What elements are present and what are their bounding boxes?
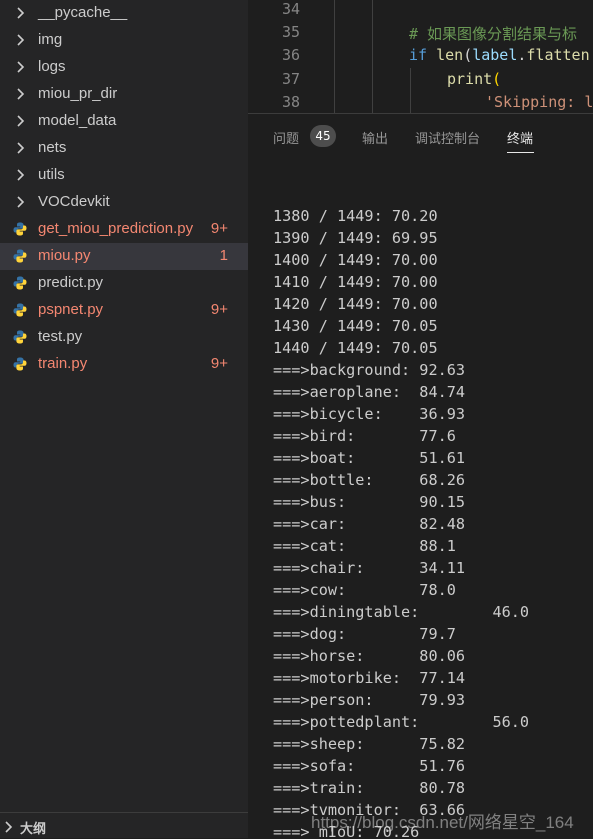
- python-icon: [13, 303, 27, 317]
- folder-item[interactable]: logs: [0, 54, 248, 81]
- terminal-line: ===>bus: 90.15: [273, 493, 466, 511]
- chevron-right-icon: [17, 142, 25, 154]
- chevron-right-icon: [17, 88, 25, 100]
- terminal-line: ===>bicycle: 36.93: [273, 405, 466, 423]
- terminal-line: ===>horse: 80.06: [273, 647, 466, 665]
- terminal-line: 1430 / 1449: 70.05: [273, 317, 438, 335]
- python-icon: [13, 330, 27, 344]
- terminal-line: ===>boat: 51.61: [273, 449, 466, 467]
- terminal-line: ===>sofa: 51.76: [273, 757, 466, 775]
- tab-output[interactable]: 输出: [362, 128, 388, 147]
- line-number: 38: [281, 93, 300, 111]
- file-item[interactable]: get_miou_prediction.py 9+: [0, 216, 248, 243]
- terminal-line: ===>sheep: 75.82: [273, 735, 466, 753]
- tree-item-label: utils: [38, 166, 65, 183]
- chevron-right-icon: [17, 34, 25, 46]
- file-item[interactable]: train.py 9+: [0, 351, 248, 378]
- terminal-line: 1410 / 1449: 70.00: [273, 273, 438, 291]
- chevron-right-icon: [5, 821, 13, 833]
- folder-item[interactable]: model_data: [0, 108, 248, 135]
- problem-count-badge: 9+: [210, 355, 228, 372]
- folder-item[interactable]: VOCdevkit: [0, 189, 248, 216]
- problem-count-badge: 9+: [210, 301, 228, 318]
- bottom-panel: 问题 45 输出 调试控制台 终端 1380 / 1449: 70.20 1390…: [248, 113, 593, 839]
- terminal-line: ===>car: 82.48: [273, 515, 466, 533]
- tree-item-label: get_miou_prediction.py: [38, 220, 194, 237]
- file-item[interactable]: pspnet.py 9+: [0, 297, 248, 324]
- chevron-right-icon: [17, 169, 25, 181]
- terminal-line: ===>diningtable: 46.0: [273, 603, 530, 621]
- tree-item-label: pspnet.py: [38, 301, 104, 318]
- folder-item[interactable]: nets: [0, 135, 248, 162]
- tree-item-label: miou.py: [38, 247, 91, 264]
- line-number: 37: [281, 70, 300, 88]
- code-editor[interactable]: 34 35 36 37 38 # 如果图像分割结果与标 if len(label…: [248, 0, 593, 113]
- chevron-right-icon: [17, 7, 25, 19]
- code-line: print(: [447, 70, 502, 88]
- python-icon: [13, 276, 27, 290]
- terminal-line: 1390 / 1449: 69.95: [273, 229, 438, 247]
- folder-item[interactable]: utils: [0, 162, 248, 189]
- python-icon: [13, 357, 27, 371]
- terminal-line: ===>dog: 79.7: [273, 625, 456, 643]
- line-number: 36: [281, 46, 300, 64]
- problem-count-badge: 9+: [210, 220, 228, 237]
- terminal-line: ===>chair: 34.11: [273, 559, 466, 577]
- terminal-line: ===>cow: 78.0: [273, 581, 456, 599]
- terminal-line: 1420 / 1449: 70.00: [273, 295, 438, 313]
- line-number: 34: [281, 0, 300, 18]
- terminal-line: ===>train: 80.78: [273, 779, 466, 797]
- active-tab-indicator: [507, 152, 534, 153]
- terminal-line: 1400 / 1449: 70.00: [273, 251, 438, 269]
- terminal-line: ===>bottle: 68.26: [273, 471, 466, 489]
- chevron-right-icon: [17, 61, 25, 73]
- file-item[interactable]: miou.py 1: [0, 243, 248, 270]
- python-icon: [13, 249, 27, 263]
- terminal-line: ===>bird: 77.6: [273, 427, 456, 445]
- file-item[interactable]: test.py: [0, 324, 248, 351]
- outline-section-header[interactable]: 大纲: [0, 812, 248, 838]
- terminal-line: ===>person: 79.93: [273, 691, 466, 709]
- terminal-line: 1380 / 1449: 70.20: [273, 207, 438, 225]
- tree-item-label: __pycache__: [38, 4, 128, 21]
- tree-item-label: model_data: [38, 112, 117, 129]
- code-line: if len(label.flatten: [409, 46, 590, 64]
- tab-problems[interactable]: 问题: [273, 128, 299, 147]
- code-line: 'Skipping: l: [485, 93, 593, 111]
- outline-label: 大纲: [20, 822, 47, 837]
- line-number: 35: [281, 23, 300, 41]
- tree-item-label: miou_pr_dir: [38, 85, 118, 102]
- terminal-line: 1440 / 1449: 70.05: [273, 339, 438, 357]
- problems-count-badge: 45: [310, 125, 336, 147]
- terminal-line: ===>aeroplane: 84.74: [273, 383, 466, 401]
- indent-guide: [372, 0, 373, 113]
- explorer-sidebar: __pycache__img logs miou_pr_dir model_datan…: [0, 0, 248, 838]
- tree-item-label: img: [38, 31, 63, 48]
- tree-item-label: VOCdevkit: [38, 193, 110, 210]
- tree-item-label: nets: [38, 139, 67, 156]
- tab-debug-console[interactable]: 调试控制台: [415, 128, 480, 147]
- indent-guide: [334, 0, 335, 113]
- tree-item-label: logs: [38, 58, 66, 75]
- problem-count-badge: 1: [219, 247, 228, 264]
- chevron-right-icon: [17, 196, 25, 208]
- file-item[interactable]: predict.py: [0, 270, 248, 297]
- python-icon: [13, 222, 27, 236]
- tab-terminal[interactable]: 终端: [507, 128, 533, 147]
- tree-item-label: train.py: [38, 355, 88, 372]
- terminal-line: ===>cat: 88.1: [273, 537, 456, 555]
- tree-item-label: test.py: [38, 328, 83, 345]
- folder-item[interactable]: miou_pr_dir: [0, 81, 248, 108]
- indent-guide: [410, 68, 411, 113]
- terminal-line: ===>pottedplant: 56.0: [273, 713, 530, 731]
- tree-item-label: predict.py: [38, 274, 104, 291]
- watermark: https://blog.csdn.net/网络星空_164: [311, 813, 574, 832]
- folder-item[interactable]: img: [0, 27, 248, 54]
- terminal-line: ===>background: 92.63: [273, 361, 466, 379]
- terminal-output[interactable]: 1380 / 1449: 70.20 1390 / 1449: 69.95 1400…: [273, 205, 529, 839]
- chevron-right-icon: [17, 115, 25, 127]
- folder-item[interactable]: __pycache__: [0, 0, 248, 27]
- terminal-line: ===>motorbike: 77.14: [273, 669, 466, 687]
- code-line: # 如果图像分割结果与标: [409, 25, 578, 43]
